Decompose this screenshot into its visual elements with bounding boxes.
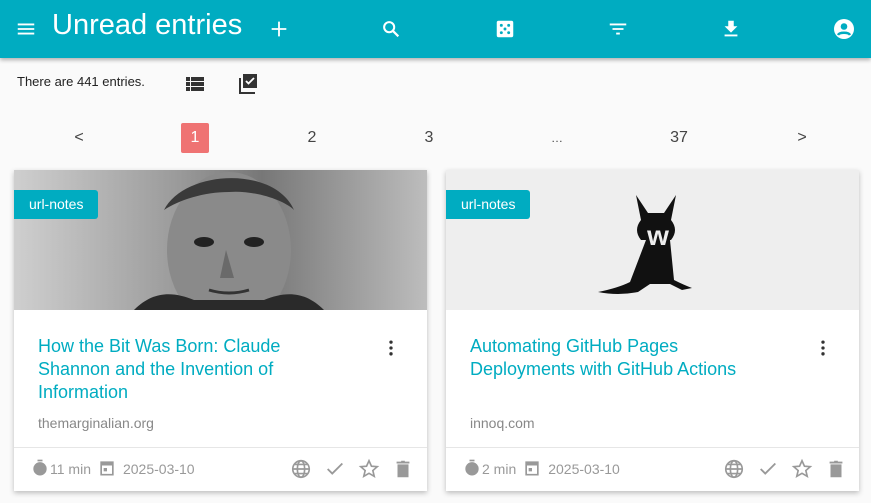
- divider: [14, 447, 427, 448]
- entry-tag[interactable]: url-notes: [446, 190, 531, 219]
- entry-card: w url-notes Automating GitHub Pages Depl…: [446, 170, 859, 491]
- more-vert-icon[interactable]: [813, 338, 833, 358]
- delete-icon[interactable]: [392, 458, 414, 480]
- page-title: Unread entries: [52, 9, 243, 41]
- entry-domain[interactable]: innoq.com: [470, 415, 535, 431]
- calendar-icon: [97, 458, 117, 481]
- divider: [446, 447, 859, 448]
- timer-icon: [462, 458, 482, 481]
- list-view-icon[interactable]: [183, 72, 207, 96]
- globe-icon[interactable]: [723, 458, 745, 480]
- download-icon[interactable]: [719, 17, 743, 41]
- entries-count: There are 441 entries.: [17, 74, 145, 89]
- mark-read-check-icon[interactable]: [757, 458, 779, 480]
- entry-domain[interactable]: themarginalian.org: [38, 415, 154, 431]
- pagination-next[interactable]: >: [788, 123, 816, 153]
- entry-card: url-notes How the Bit Was Born: Claude S…: [14, 170, 427, 491]
- star-icon[interactable]: [358, 458, 380, 480]
- reading-time: 2 min: [482, 461, 517, 477]
- pagination-page-2[interactable]: 2: [298, 123, 326, 153]
- reading-time: 11 min: [50, 461, 91, 477]
- svg-text:w: w: [646, 220, 669, 251]
- pagination-prev[interactable]: <: [65, 123, 93, 153]
- add-icon[interactable]: [267, 17, 291, 41]
- filter-icon[interactable]: [606, 17, 630, 41]
- mass-select-icon[interactable]: [236, 72, 260, 96]
- timer-icon: [30, 458, 50, 481]
- entry-title[interactable]: How the Bit Was Born: Claude Shannon and…: [38, 335, 338, 404]
- account-icon[interactable]: [832, 17, 856, 41]
- calendar-icon: [522, 458, 542, 481]
- globe-icon[interactable]: [290, 458, 312, 480]
- entry-tag[interactable]: url-notes: [14, 190, 99, 219]
- entry-title[interactable]: Automating GitHub Pages Deployments with…: [470, 335, 770, 381]
- pagination-page-37[interactable]: 37: [665, 123, 693, 153]
- pagination-page-1[interactable]: 1: [181, 123, 209, 153]
- entry-date: 2025-03-10: [548, 461, 620, 477]
- star-icon[interactable]: [791, 458, 813, 480]
- menu-icon[interactable]: [14, 17, 38, 41]
- mark-read-check-icon[interactable]: [324, 458, 346, 480]
- pagination-ellipsis: …: [551, 131, 563, 145]
- random-dice-icon[interactable]: [493, 17, 517, 41]
- entry-date: 2025-03-10: [122, 461, 195, 477]
- more-vert-icon[interactable]: [381, 338, 401, 358]
- app-header: Unread entries: [0, 0, 871, 58]
- pagination-page-3[interactable]: 3: [415, 123, 443, 153]
- search-icon[interactable]: [379, 17, 403, 41]
- delete-icon[interactable]: [825, 458, 847, 480]
